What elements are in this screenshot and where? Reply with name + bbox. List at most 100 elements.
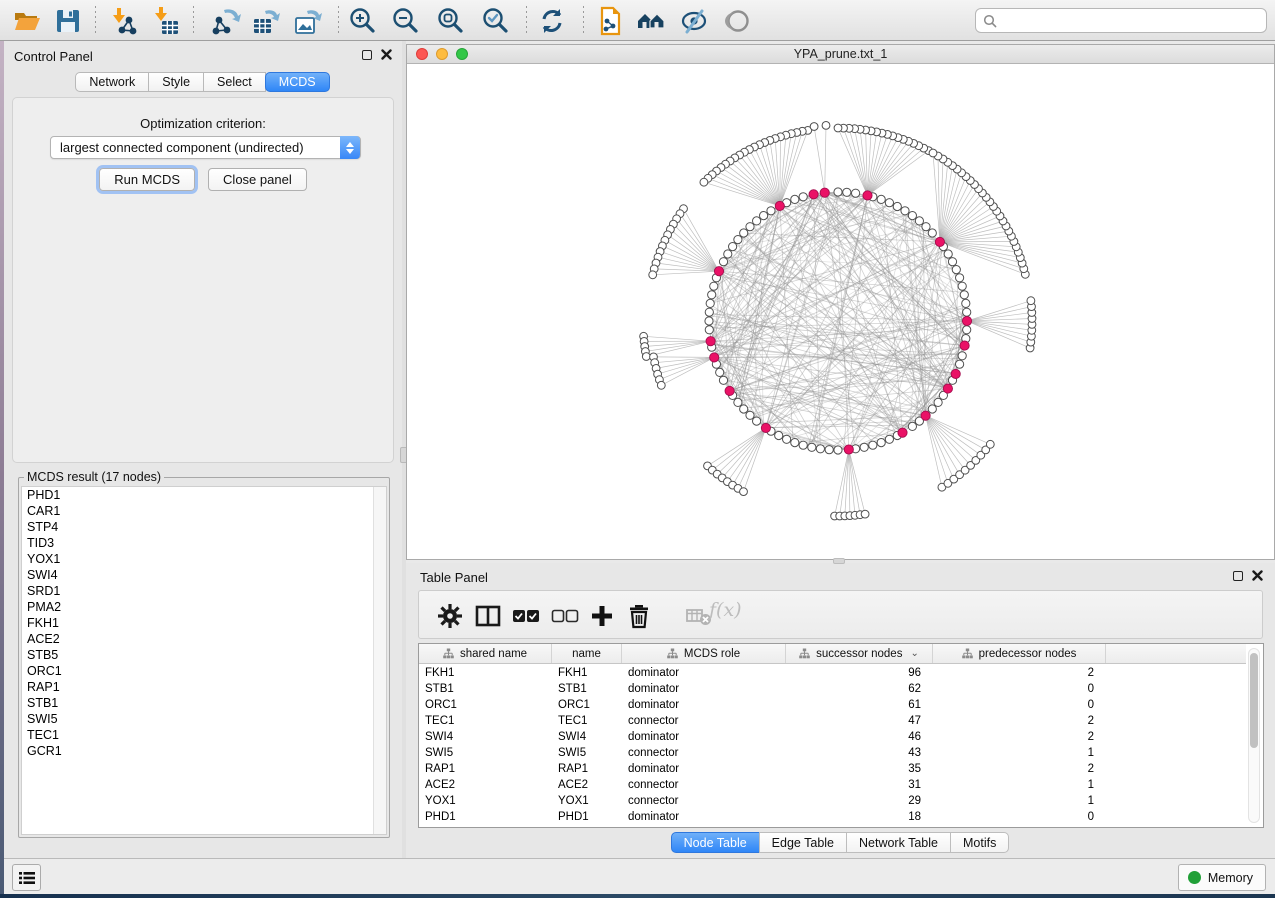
delete-columns-icon[interactable] <box>625 602 653 630</box>
network-canvas[interactable] <box>407 64 1274 559</box>
network-node[interactable] <box>929 149 937 157</box>
mcds-hub-node[interactable] <box>863 191 872 200</box>
open-session-icon[interactable] <box>12 6 42 36</box>
search-input[interactable] <box>997 9 1266 32</box>
network-node[interactable] <box>740 405 748 413</box>
network-node[interactable] <box>822 122 830 130</box>
network-node[interactable] <box>915 217 923 225</box>
network-node[interactable] <box>893 202 901 210</box>
table-row[interactable]: STB1STB1dominator620 <box>419 681 1246 697</box>
hide-visual-style-icon[interactable] <box>679 6 709 36</box>
mcds-result-item[interactable]: SRD1 <box>22 583 386 599</box>
tab-mcds[interactable]: MCDS <box>265 72 330 92</box>
network-node[interactable] <box>860 443 868 451</box>
mcds-hub-node[interactable] <box>725 386 734 395</box>
tab-network[interactable]: Network <box>75 72 149 92</box>
update-network-icon[interactable] <box>537 6 567 36</box>
mcds-result-item[interactable]: STP4 <box>22 519 386 535</box>
network-node[interactable] <box>799 441 807 449</box>
network-node[interactable] <box>760 212 768 220</box>
network-node[interactable] <box>958 282 966 290</box>
mcds-hub-node[interactable] <box>761 423 770 432</box>
zoom-out-icon[interactable] <box>390 6 420 36</box>
table-row[interactable]: SWI4SWI4dominator462 <box>419 729 1246 745</box>
home-icon[interactable] <box>636 6 666 36</box>
network-node[interactable] <box>986 440 994 448</box>
column-settings-gear-icon[interactable] <box>436 602 464 630</box>
network-node[interactable] <box>799 193 807 201</box>
table-row[interactable]: TEC1TEC1connector472 <box>419 713 1246 729</box>
mcds-hub-node[interactable] <box>706 337 715 346</box>
mcds-hub-node[interactable] <box>775 201 784 210</box>
column-header-name[interactable]: name <box>552 644 622 663</box>
export-table-icon[interactable] <box>251 6 281 36</box>
run-mcds-button[interactable]: Run MCDS <box>99 168 195 191</box>
network-node[interactable] <box>753 417 761 425</box>
network-node[interactable] <box>825 446 833 454</box>
tab-style[interactable]: Style <box>148 72 204 92</box>
horizontal-splitter-grip[interactable] <box>833 558 845 564</box>
result-scrollbar[interactable] <box>373 487 386 834</box>
table-row[interactable]: ORC1ORC1dominator610 <box>419 697 1246 713</box>
split-panel-icon[interactable] <box>474 602 502 630</box>
criterion-select[interactable]: largest connected component (undirected) <box>50 136 361 159</box>
mcds-result-item[interactable]: PMA2 <box>22 599 386 615</box>
mcds-result-item[interactable]: GCR1 <box>22 743 386 759</box>
network-node[interactable] <box>719 376 727 384</box>
column-header-successor-nodes[interactable]: successor nodes ⌄ <box>786 644 933 663</box>
network-node[interactable] <box>734 236 742 244</box>
network-node[interactable] <box>958 352 966 360</box>
network-node[interactable] <box>705 326 713 334</box>
close-panel-icon[interactable] <box>381 49 392 60</box>
mcds-result-item[interactable]: PHD1 <box>22 487 386 503</box>
table-row[interactable]: RAP1RAP1dominator352 <box>419 761 1246 777</box>
birdseye-view-icon[interactable] <box>723 6 753 36</box>
float-panel-icon[interactable] <box>362 50 372 60</box>
network-node[interactable] <box>705 317 713 325</box>
network-node[interactable] <box>928 229 936 237</box>
network-node[interactable] <box>649 271 657 279</box>
tab-select[interactable]: Select <box>203 72 266 92</box>
add-column-icon[interactable] <box>588 602 616 630</box>
import-network-icon[interactable] <box>108 6 138 36</box>
tab-motifs[interactable]: Motifs <box>950 832 1009 853</box>
mcds-result-item[interactable]: STB1 <box>22 695 386 711</box>
mcds-hub-node[interactable] <box>809 190 818 199</box>
network-node[interactable] <box>775 431 783 439</box>
network-node[interactable] <box>956 360 964 368</box>
tab-network-table[interactable]: Network Table <box>846 832 951 853</box>
task-history-button[interactable] <box>12 864 41 891</box>
network-node[interactable] <box>746 411 754 419</box>
network-node[interactable] <box>716 368 724 376</box>
zoom-selected-icon[interactable] <box>480 6 510 36</box>
mcds-hub-node[interactable] <box>943 384 952 393</box>
network-from-document-icon[interactable] <box>594 6 624 36</box>
float-table-panel-icon[interactable] <box>1233 571 1243 581</box>
network-node[interactable] <box>808 443 816 451</box>
network-node[interactable] <box>719 258 727 266</box>
export-network-icon[interactable] <box>211 6 241 36</box>
mcds-hub-node[interactable] <box>820 188 829 197</box>
network-node[interactable] <box>885 435 893 443</box>
network-node[interactable] <box>834 124 842 132</box>
mcds-result-item[interactable]: SWI4 <box>22 567 386 583</box>
close-table-panel-icon[interactable] <box>1252 570 1263 581</box>
mcds-hub-node[interactable] <box>714 267 723 276</box>
mcds-result-item[interactable]: ORC1 <box>22 663 386 679</box>
network-node[interactable] <box>740 229 748 237</box>
table-row[interactable]: ACE2ACE2connector311 <box>419 777 1246 793</box>
network-node[interactable] <box>710 282 718 290</box>
network-node[interactable] <box>944 250 952 258</box>
network-node[interactable] <box>724 250 732 258</box>
network-node[interactable] <box>657 381 665 389</box>
network-node[interactable] <box>922 223 930 231</box>
network-node[interactable] <box>791 439 799 447</box>
network-node[interactable] <box>956 274 964 282</box>
network-node[interactable] <box>783 435 791 443</box>
column-header-predecessor-nodes[interactable]: predecessor nodes <box>933 644 1106 663</box>
network-node[interactable] <box>852 189 860 197</box>
network-node[interactable] <box>962 299 970 307</box>
network-node[interactable] <box>861 510 869 518</box>
mcds-hub-node[interactable] <box>960 341 969 350</box>
network-node[interactable] <box>869 441 877 449</box>
